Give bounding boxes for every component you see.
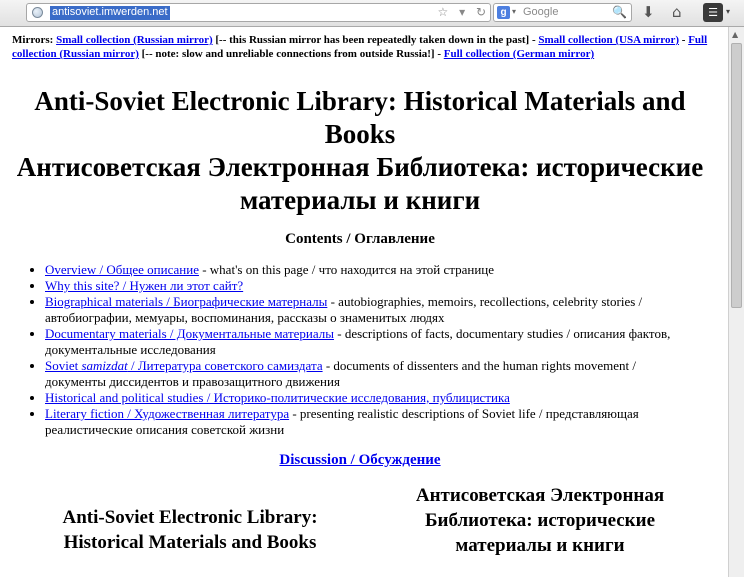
- contents-heading: Contents / Оглавление: [285, 231, 435, 247]
- mirrors-label: Mirrors:: [12, 34, 54, 46]
- title-ru-line1: Антисоветская Электронная Библиотека: ис…: [16, 152, 704, 182]
- discussion-link[interactable]: Discussion / Обсуждение: [279, 452, 440, 468]
- toc-link-samizdat[interactable]: Soviet samizdat / Литература советского …: [45, 358, 323, 373]
- home-icon[interactable]: ⌂: [672, 4, 682, 21]
- page-title-english: Anti-Soviet Electronic Library: Historic…: [0, 85, 720, 151]
- toc-link-documentary[interactable]: Documentary materials / Документальные м…: [45, 326, 334, 341]
- toc-link-why[interactable]: Why this site? / Нужен ли этот сайт?: [45, 278, 243, 293]
- toc-link-samizdat-italic: samizdat: [81, 358, 128, 373]
- menu-dropdown-icon[interactable]: ▾: [726, 7, 730, 16]
- search-engine-dropdown-icon[interactable]: ▾: [512, 7, 516, 16]
- google-icon[interactable]: g: [497, 6, 510, 19]
- toc-item-samizdat: Soviet samizdat / Литература советского …: [45, 358, 680, 390]
- toc-link-samizdat-post: / Литература советского самиздата: [127, 358, 323, 373]
- toc-item-overview: Overview / Общее описание - what's on th…: [45, 262, 680, 278]
- bottom-titles: Anti-Soviet Electronic Library: Historic…: [0, 483, 720, 573]
- toc-item-fiction: Literary fiction / Художественная литера…: [45, 406, 680, 438]
- url-text[interactable]: antisoviet.imwerden.net: [50, 6, 170, 20]
- discussion-section: Discussion / Обсуждение: [0, 452, 720, 469]
- vertical-scrollbar[interactable]: ▲: [728, 27, 744, 577]
- globe-icon: [32, 7, 43, 18]
- scrollbar-thumb[interactable]: [731, 43, 742, 308]
- reload-icon[interactable]: ↻: [476, 5, 486, 19]
- bottom-title-english: Anti-Soviet Electronic Library: Historic…: [20, 505, 360, 555]
- table-of-contents: Overview / Общее описание - what's on th…: [0, 262, 680, 438]
- mirrors-line: Mirrors: Small collection (Russian mirro…: [0, 27, 712, 61]
- address-bar-icons: ☆ ▾ ↻: [430, 5, 486, 19]
- bookmark-star-icon[interactable]: ☆: [437, 5, 448, 19]
- bottom-title-russian: Антисоветская Электронная Библиотека: ис…: [390, 483, 690, 558]
- toc-item-biographical: Biographical materials / Биографические …: [45, 294, 680, 326]
- title-en-line2: Books: [324, 119, 396, 149]
- mirror-note-full: [-- note: slow and unreliable connection…: [141, 48, 441, 60]
- bottom-ru-line2: Библиотека: исторические: [424, 510, 655, 531]
- mirror-note-russian: [-- this Russian mirror has been repeate…: [215, 34, 536, 46]
- title-ru-line2: материалы и книги: [239, 185, 481, 215]
- download-icon[interactable]: ⬇: [642, 4, 655, 21]
- mirror-link-small-russian[interactable]: Small collection (Russian mirror): [56, 34, 213, 46]
- mirror-separator: -: [681, 34, 686, 46]
- search-icon[interactable]: 🔍: [612, 5, 627, 19]
- toc-item-historical: Historical and political studies / Истор…: [45, 390, 680, 406]
- bottom-ru-line3: материалы и книги: [455, 535, 625, 556]
- toc-link-fiction[interactable]: Literary fiction / Художественная литера…: [45, 406, 289, 421]
- toc-link-samizdat-pre: Soviet: [45, 358, 82, 373]
- page-content: Mirrors: Small collection (Russian mirro…: [0, 27, 720, 573]
- toc-link-biographical[interactable]: Biographical materials / Биографические …: [45, 294, 327, 309]
- mirror-link-full-german[interactable]: Full collection (German mirror): [444, 48, 594, 60]
- toc-item-why: Why this site? / Нужен ли этот сайт?: [45, 278, 680, 294]
- toc-link-historical[interactable]: Historical and political studies / Истор…: [45, 390, 510, 405]
- bottom-en-line2: Historical Materials and Books: [63, 532, 317, 553]
- scroll-up-icon[interactable]: ▲: [732, 30, 738, 39]
- address-bar[interactable]: antisoviet.imwerden.net ☆ ▾ ↻: [26, 3, 491, 22]
- search-box[interactable]: g ▾ Google 🔍: [493, 3, 632, 22]
- mirror-link-small-usa[interactable]: Small collection (USA mirror): [538, 34, 679, 46]
- title-en-line1: Anti-Soviet Electronic Library: Historic…: [34, 86, 686, 116]
- toc-desc-overview: - what's on this page / что находится на…: [198, 262, 495, 277]
- bottom-ru-line1: Антисоветская Электронная: [415, 485, 665, 506]
- page-title-russian: Антисоветская Электронная Библиотека: ис…: [0, 151, 720, 217]
- search-input[interactable]: Google: [523, 6, 558, 18]
- browser-toolbar: antisoviet.imwerden.net ☆ ▾ ↻ g ▾ Google…: [0, 0, 744, 27]
- bottom-en-line1: Anti-Soviet Electronic Library:: [62, 507, 318, 528]
- menu-icon[interactable]: ☰: [703, 3, 723, 22]
- toc-link-overview[interactable]: Overview / Общее описание: [45, 262, 199, 277]
- dropdown-icon[interactable]: ▾: [459, 5, 465, 19]
- toc-item-documentary: Documentary materials / Документальные м…: [45, 326, 680, 358]
